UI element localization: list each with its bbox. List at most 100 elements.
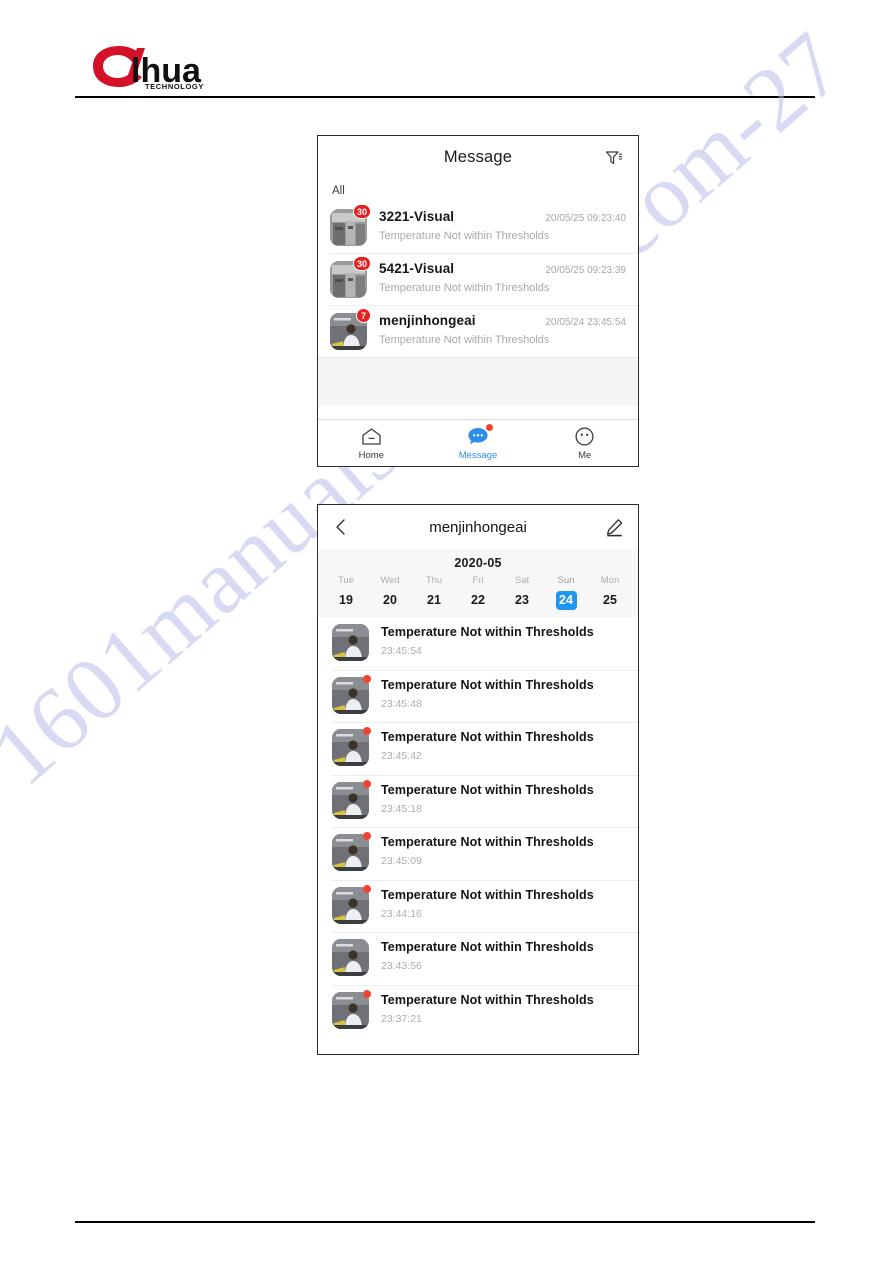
tab-message[interactable]: Message xyxy=(425,424,532,461)
list-item-timestamp: 20/05/25 09:23:39 xyxy=(545,265,626,276)
event-title: Temperature Not within Thresholds xyxy=(381,625,594,639)
event-title: Temperature Not within Thresholds xyxy=(381,782,594,797)
profile-face-icon xyxy=(531,425,638,447)
calendar-day-row: Tue 19 Wed 20 Thu 21 Fri 22 Sat 23 Sun 2… xyxy=(318,575,638,610)
person-at-desk-thumbnail xyxy=(332,939,369,976)
avatar: 30 xyxy=(330,204,371,246)
list-item-title: 3221-Visual xyxy=(379,209,455,224)
tab-label: Home xyxy=(358,450,384,461)
list-item[interactable]: 30 5421-Visual 20/05/25 09:23:39 Tempera… xyxy=(318,253,638,305)
table-row[interactable]: Temperature Not within Thresholds 23:45:… xyxy=(318,669,638,723)
event-body: Temperature Not within Thresholds 23:45:… xyxy=(369,834,594,867)
calendar-day-number: 20 xyxy=(383,593,397,607)
avatar xyxy=(332,674,371,714)
calendar-dow-label: Tue xyxy=(337,575,355,586)
tab-home[interactable]: Home xyxy=(318,425,425,461)
avatar xyxy=(332,779,371,819)
calendar-day-number: 19 xyxy=(339,593,353,607)
event-body: Temperature Not within Thresholds 23:45:… xyxy=(369,782,594,815)
svg-text:TECHNOLOGY: TECHNOLOGY xyxy=(145,82,204,90)
unread-badge: 30 xyxy=(352,256,371,271)
table-row[interactable]: Temperature Not within Thresholds 23:43:… xyxy=(318,932,638,985)
event-body: Temperature Not within Thresholds 23:43:… xyxy=(369,939,594,972)
calendar-day-number: 21 xyxy=(427,593,441,607)
page-header: lhua TECHNOLOGY xyxy=(75,42,815,100)
list-item[interactable]: 30 3221-Visual 20/05/25 09:23:40 Tempera… xyxy=(318,201,638,253)
message-bubble-icon xyxy=(425,424,532,447)
event-time: 23:43:56 xyxy=(381,960,422,972)
message-topbar: Message xyxy=(318,136,638,179)
page-title: menjinhongeai xyxy=(429,518,527,536)
person-at-desk-thumbnail xyxy=(332,834,369,871)
event-time: 23:45:48 xyxy=(381,697,422,710)
event-time: 23:45:18 xyxy=(381,802,422,815)
event-title: Temperature Not within Thresholds xyxy=(381,992,594,1007)
table-row[interactable]: Temperature Not within Thresholds 23:45:… xyxy=(318,827,638,880)
unread-badge: 7 xyxy=(356,308,371,323)
avatar xyxy=(332,939,369,976)
event-title: Temperature Not within Thresholds xyxy=(381,887,594,902)
calendar-day-mon[interactable]: Mon 25 xyxy=(588,575,632,610)
message-screen-frame: Message All 30 3221-Visual 20/05/25 09:2… xyxy=(317,135,639,467)
event-title: Temperature Not within Thresholds xyxy=(381,730,594,744)
detail-screen-frame: menjinhongeai 2020-05 Tue 19 Wed 20 Thu … xyxy=(317,504,639,1055)
unread-dot xyxy=(363,884,371,893)
calendar-day-fri[interactable]: Fri 22 xyxy=(456,575,500,610)
table-row[interactable]: Temperature Not within Thresholds 23:45:… xyxy=(318,617,638,670)
calendar-dow-label: Fri xyxy=(472,575,484,586)
tab-label: Me xyxy=(578,450,592,461)
header-divider xyxy=(75,96,815,98)
calendar-day-number: 25 xyxy=(603,593,617,607)
event-time: 23:45:42 xyxy=(381,750,422,762)
list-item-body: menjinhongeai 20/05/24 23:45:54 Temperat… xyxy=(367,310,626,346)
detail-topbar: menjinhongeai xyxy=(318,505,638,549)
list-item[interactable]: 7 menjinhongeai 20/05/24 23:45:54 Temper… xyxy=(318,305,638,357)
page-title: Message xyxy=(443,148,513,166)
event-body: Temperature Not within Thresholds 23:45:… xyxy=(369,729,594,762)
dahua-logo: lhua TECHNOLOGY xyxy=(85,42,285,90)
calendar-dow-label: Wed xyxy=(380,575,400,586)
pencil-edit-icon[interactable] xyxy=(605,518,624,537)
event-body: Temperature Not within Thresholds 23:45:… xyxy=(369,677,594,710)
tab-me[interactable]: Me xyxy=(531,425,638,461)
unread-dot xyxy=(363,989,371,998)
calendar-day-sat[interactable]: Sat 23 xyxy=(500,575,544,610)
event-body: Temperature Not within Thresholds 23:44:… xyxy=(369,887,594,920)
avatar xyxy=(332,884,371,924)
list-item-timestamp: 20/05/25 09:23:40 xyxy=(545,213,626,224)
calendar-day-sun[interactable]: Sun 24 xyxy=(544,575,588,610)
unread-dot xyxy=(363,832,371,840)
bottom-tab-bar: Home Message Me xyxy=(318,419,638,466)
calendar-day-wed[interactable]: Wed 20 xyxy=(368,575,412,610)
unread-dot xyxy=(363,674,371,683)
chevron-left-icon[interactable] xyxy=(334,518,348,536)
person-at-desk-thumbnail xyxy=(332,729,369,766)
tab-label: Message xyxy=(458,450,498,461)
section-label-all: All xyxy=(332,185,345,197)
list-item-title: menjinhongeai xyxy=(379,313,476,328)
calendar-day-tue[interactable]: Tue 19 xyxy=(324,575,368,610)
calendar-day-thu[interactable]: Thu 21 xyxy=(412,575,456,610)
table-row[interactable]: Temperature Not within Thresholds 23:45:… xyxy=(318,722,638,775)
avatar: 7 xyxy=(330,308,371,350)
calendar-dow-label: Sat xyxy=(514,575,530,586)
avatar: 30 xyxy=(330,256,371,298)
unread-dot xyxy=(363,727,371,735)
event-body: Temperature Not within Thresholds 23:37:… xyxy=(369,992,594,1025)
table-row[interactable]: Temperature Not within Thresholds 23:37:… xyxy=(318,984,638,1038)
list-item-title: 5421-Visual xyxy=(379,261,455,276)
table-row[interactable]: Temperature Not within Thresholds 23:44:… xyxy=(318,879,638,933)
event-time: 23:45:54 xyxy=(381,645,422,657)
list-item-body: 5421-Visual 20/05/25 09:23:39 Temperatur… xyxy=(367,258,626,294)
event-title: Temperature Not within Thresholds xyxy=(381,835,594,849)
avatar xyxy=(332,832,371,871)
list-item-body: 3221-Visual 20/05/25 09:23:40 Temperatur… xyxy=(367,206,626,242)
list-item-subtitle: Temperature Not within Thresholds xyxy=(379,334,550,346)
filter-icon[interactable] xyxy=(604,148,624,168)
avatar xyxy=(332,989,371,1029)
calendar-dow-label: Mon xyxy=(600,575,620,586)
event-list: Temperature Not within Thresholds 23:45:… xyxy=(318,617,638,1037)
date-picker-strip: 2020-05 Tue 19 Wed 20 Thu 21 Fri 22 Sat … xyxy=(318,549,638,617)
table-row[interactable]: Temperature Not within Thresholds 23:45:… xyxy=(318,774,638,828)
calendar-dow-label: Thu xyxy=(425,575,443,586)
